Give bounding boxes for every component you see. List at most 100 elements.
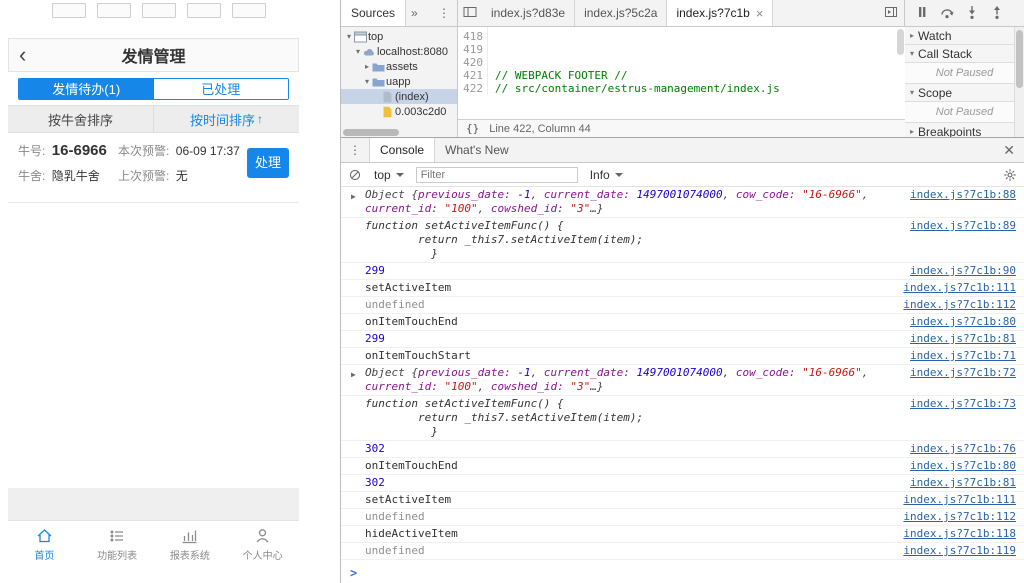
console-source-link[interactable]: index.js?7c1b:73 xyxy=(910,397,1016,411)
tab-processed[interactable]: 已处理 xyxy=(153,79,288,99)
preview-thumbnail[interactable] xyxy=(142,3,176,18)
execution-context-selector[interactable]: top xyxy=(374,168,404,182)
nav-item-1[interactable]: 功能列表 xyxy=(81,521,154,568)
console-source-link[interactable]: index.js?7c1b:90 xyxy=(910,264,1016,278)
nav-item-3[interactable]: 个人中心 xyxy=(226,521,299,568)
console-source-link[interactable]: index.js?7c1b:112 xyxy=(903,298,1016,312)
sort-by-time-button[interactable]: 按时间排序 ↑ xyxy=(153,106,299,132)
tree-collapsed-icon[interactable]: ▸ xyxy=(362,62,372,71)
console-message-text[interactable]: Object {previous_date: -1, current_date:… xyxy=(365,188,868,215)
expand-object-icon[interactable]: ▶ xyxy=(351,190,356,204)
sidebar-section-title: Call Stack xyxy=(918,46,973,61)
pretty-print-button[interactable]: {} xyxy=(466,122,479,135)
nav-item-2[interactable]: 报表系统 xyxy=(154,521,227,568)
tab-estrus-todo[interactable]: 发情待办(1) xyxy=(19,79,154,99)
navigator-horizontal-scrollbar[interactable] xyxy=(343,129,399,136)
sort-by-shed-button[interactable]: 按牛舍排序 xyxy=(8,106,153,132)
tree-expanded-icon[interactable]: ▾ xyxy=(344,32,354,41)
code-editor[interactable]: 418 419 420 421 422 // WEBPACK FOOTER //// s… xyxy=(458,27,905,137)
console-message: index.js?7c1b:81 299 xyxy=(341,331,1024,348)
sidebar-section-watch[interactable]: ▸ Watch xyxy=(905,27,1024,45)
console-settings-gear-icon[interactable] xyxy=(1003,168,1017,182)
drawer-menu-icon[interactable]: ⋮ xyxy=(341,143,369,157)
console-source-link[interactable]: index.js?7c1b:71 xyxy=(910,349,1016,363)
tree-item-0-003c2d0[interactable]: 0.003c2d0 xyxy=(341,104,457,119)
log-level-selector[interactable]: Info xyxy=(590,168,623,182)
back-icon[interactable]: ‹ xyxy=(19,44,26,66)
tab-console[interactable]: Console xyxy=(369,138,436,162)
console-source-link[interactable]: index.js?7c1b:119 xyxy=(903,544,1016,558)
cursor-position: Line 422, Column 44 xyxy=(489,122,591,135)
file-tab[interactable]: index.js?d83e xyxy=(482,0,576,26)
tree-item-localhost-8080[interactable]: ▾ localhost:8080 xyxy=(341,44,457,59)
console-source-link[interactable]: index.js?7c1b:89 xyxy=(910,219,1016,233)
console-source-link[interactable]: index.js?7c1b:80 xyxy=(910,459,1016,473)
object-preview-segment: -1 xyxy=(517,188,531,201)
console-source-link[interactable]: index.js?7c1b:111 xyxy=(903,493,1016,507)
tree-item-assets[interactable]: ▸ assets xyxy=(341,59,457,74)
expand-panel-icon[interactable] xyxy=(884,5,898,22)
more-panels-icon[interactable]: » xyxy=(406,6,423,20)
tree-expanded-icon[interactable]: ▾ xyxy=(362,77,372,86)
console-source-link[interactable]: index.js?7c1b:76 xyxy=(910,442,1016,456)
close-drawer-icon[interactable]: ✕ xyxy=(994,142,1024,159)
step-out-icon[interactable] xyxy=(989,4,1005,23)
console-message-text: onItemTouchStart xyxy=(365,349,471,362)
sidebar-section-call-stack[interactable]: ▾ Call Stack xyxy=(905,45,1024,63)
object-preview-segment: "16-6966" xyxy=(802,366,862,379)
scrollbar-thumb[interactable] xyxy=(1016,30,1023,88)
console-message: index.js?7c1b:76 302 xyxy=(341,441,1024,458)
console-source-link[interactable]: index.js?7c1b:81 xyxy=(910,332,1016,346)
panel-toggle-icon[interactable] xyxy=(463,5,477,22)
function-source-line: } xyxy=(365,425,438,438)
nav-item-0[interactable]: 首页 xyxy=(8,521,81,568)
console-source-link[interactable]: index.js?7c1b:72 xyxy=(910,366,1016,380)
step-over-icon[interactable] xyxy=(939,4,955,23)
sources-main: ▾ top ▾ localhost:8080 ▸ assets ▾ uapp (index) 0.… xyxy=(341,27,1024,137)
console-source-link[interactable]: index.js?7c1b:112 xyxy=(903,510,1016,524)
console-source-link[interactable]: index.js?7c1b:80 xyxy=(910,315,1016,329)
tree-item-uapp[interactable]: ▾ uapp xyxy=(341,74,457,89)
tree-item--index-[interactable]: (index) xyxy=(341,89,457,104)
editor-scrollbar[interactable] xyxy=(897,29,904,55)
console-message: index.js?7c1b:118 hideActiveItem xyxy=(341,526,1024,543)
console-source-link[interactable]: index.js?7c1b:118 xyxy=(903,527,1016,541)
object-preview-segment: cowshed_id: xyxy=(490,380,571,393)
preview-thumbnail[interactable] xyxy=(187,3,221,18)
list-empty-area xyxy=(8,203,299,488)
sidebar-section-breakpoints[interactable]: ▸ Breakpoints xyxy=(905,123,1024,137)
estrus-list-item[interactable]: 牛号: 16-6966 本次预警: 06-09 17:37 牛舍: 隐乳牛舍 上… xyxy=(8,133,299,203)
tab-whats-new[interactable]: What's New xyxy=(435,138,519,162)
sidebar-section-scope[interactable]: ▾ Scope xyxy=(905,84,1024,102)
object-preview-segment: "100" xyxy=(444,380,478,393)
console-prompt-icon[interactable]: > xyxy=(341,563,1024,583)
console-source-link[interactable]: index.js?7c1b:88 xyxy=(910,188,1016,202)
expand-object-icon[interactable]: ▶ xyxy=(351,368,356,382)
segmented-tabs: 发情待办(1) 已处理 xyxy=(8,72,299,105)
close-tab-icon[interactable]: × xyxy=(756,6,764,21)
console-source-link[interactable]: index.js?7c1b:81 xyxy=(910,476,1016,490)
preview-thumbnail[interactable] xyxy=(232,3,266,18)
preview-thumbnail[interactable] xyxy=(97,3,131,18)
function-source-line: return _this7.setActiveItem(item); xyxy=(365,233,644,246)
tree-item-top[interactable]: ▾ top xyxy=(341,29,457,44)
preview-thumbnail[interactable] xyxy=(52,3,86,18)
file-tab-label: index.js?5c2a xyxy=(584,6,658,20)
devtools-menu-icon[interactable]: ⋮ xyxy=(431,6,457,20)
console-message-text[interactable]: Object {previous_date: -1, current_date:… xyxy=(365,366,868,393)
console-filter-input[interactable] xyxy=(415,166,578,183)
step-into-icon[interactable] xyxy=(964,4,980,23)
app-header: ‹ 发情管理 xyxy=(8,38,299,72)
file-tab[interactable]: index.js?5c2a xyxy=(575,0,668,26)
tab-sources[interactable]: Sources xyxy=(341,0,407,26)
sort-bar: 按牛舍排序 按时间排序 ↑ xyxy=(8,105,299,133)
tree-expanded-icon[interactable]: ▾ xyxy=(353,47,363,56)
console-message: index.js?7c1b:89 function setActiveItemFu… xyxy=(341,218,1024,263)
pause-script-icon[interactable] xyxy=(914,4,930,23)
tree-item-label: top xyxy=(368,30,384,43)
handle-button[interactable]: 处理 xyxy=(247,148,289,178)
console-source-link[interactable]: index.js?7c1b:111 xyxy=(903,281,1016,295)
clear-console-icon[interactable] xyxy=(348,168,362,182)
file-tab[interactable]: index.js?7c1b × xyxy=(667,0,774,26)
